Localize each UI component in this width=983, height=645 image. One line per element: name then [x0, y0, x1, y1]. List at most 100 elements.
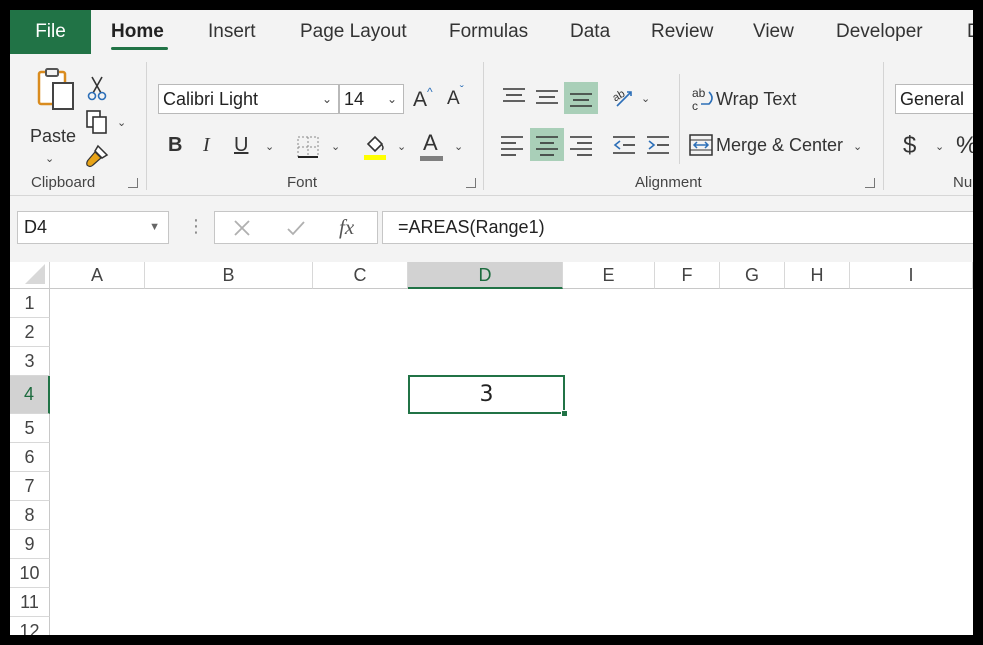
- increase-indent-button[interactable]: [643, 130, 673, 160]
- font-name-value: Calibri Light: [163, 89, 259, 109]
- cut-button[interactable]: [86, 74, 108, 102]
- middle-align-button[interactable]: [532, 82, 562, 112]
- row-header-4[interactable]: 4: [10, 376, 50, 414]
- copy-icon: [86, 110, 107, 134]
- shrink-font-letter: A: [447, 88, 460, 109]
- font-color-dropdown-chevron-icon[interactable]: ⌄: [454, 140, 463, 153]
- increase-font-size-button[interactable]: A^: [413, 85, 433, 112]
- name-box[interactable]: D4 ▼: [17, 211, 169, 244]
- currency-button[interactable]: $: [903, 132, 916, 160]
- decrease-font-size-button[interactable]: Aˇ: [447, 83, 464, 110]
- column-header-b[interactable]: B: [145, 262, 313, 289]
- wrap-text-icon: ab c: [690, 86, 716, 112]
- select-all-button[interactable]: [10, 262, 50, 289]
- confirm-entry-icon[interactable]: [283, 217, 309, 239]
- column-header-a[interactable]: A: [50, 262, 145, 289]
- tab-developer[interactable]: Developer: [836, 10, 923, 54]
- alignment-launcher-icon[interactable]: [865, 178, 875, 188]
- tab-overflow[interactable]: D: [967, 10, 973, 54]
- tab-insert[interactable]: Insert: [208, 10, 256, 54]
- decrease-indent-button[interactable]: [609, 130, 639, 160]
- column-header-h[interactable]: H: [785, 262, 850, 289]
- row-header-3[interactable]: 3: [10, 347, 50, 376]
- orientation-dropdown-chevron-icon[interactable]: ⌄: [641, 92, 650, 105]
- format-painter-button[interactable]: [84, 142, 110, 170]
- percent-button[interactable]: %: [956, 132, 973, 160]
- grow-font-letter: A: [413, 88, 428, 111]
- scissors-icon: [87, 76, 107, 101]
- underline-dropdown-chevron-icon[interactable]: ⌄: [265, 140, 274, 153]
- align-right-button[interactable]: [566, 130, 596, 160]
- group-separator: [883, 62, 884, 190]
- cancel-entry-icon[interactable]: [229, 217, 255, 239]
- row-header-8[interactable]: 8: [10, 501, 50, 530]
- cell-value: 3: [479, 382, 494, 407]
- row-header-2[interactable]: 2: [10, 318, 50, 347]
- row-header-5[interactable]: 5: [10, 414, 50, 443]
- row-header-12[interactable]: 12: [10, 617, 50, 635]
- merge-center-button[interactable]: Merge & Center: [716, 135, 843, 156]
- copy-dropdown-chevron-icon[interactable]: ⌄: [117, 116, 126, 129]
- column-header-f[interactable]: F: [655, 262, 720, 289]
- number-format-select[interactable]: General: [895, 84, 973, 114]
- italic-button[interactable]: I: [203, 134, 210, 157]
- clipboard-launcher-icon[interactable]: [128, 178, 138, 188]
- underline-button[interactable]: U: [234, 134, 248, 157]
- more-options-icon[interactable]: ⋮: [187, 216, 205, 237]
- worksheet-grid: ABCDEFGHI 1 2 3 4 5 6 7 8 9 10 11 12 3: [10, 262, 973, 635]
- fill-color-button[interactable]: [362, 132, 388, 162]
- bold-button[interactable]: B: [168, 134, 182, 157]
- wrap-text-button[interactable]: Wrap Text: [716, 89, 796, 110]
- font-launcher-icon[interactable]: [466, 178, 476, 188]
- active-cell-d4[interactable]: 3: [408, 375, 568, 417]
- borders-dropdown-chevron-icon[interactable]: ⌄: [331, 140, 340, 153]
- merge-dropdown-chevron-icon[interactable]: ⌄: [853, 140, 862, 153]
- row-header-7[interactable]: 7: [10, 472, 50, 501]
- align-right-icon: [570, 136, 592, 156]
- paintbrush-icon: [86, 144, 109, 168]
- paste-button[interactable]: [26, 62, 82, 118]
- column-header-g[interactable]: G: [720, 262, 785, 289]
- column-header-c[interactable]: C: [313, 262, 408, 289]
- tab-data[interactable]: Data: [570, 10, 610, 54]
- tab-file[interactable]: File: [10, 10, 91, 54]
- paste-dropdown-chevron-icon[interactable]: ⌄: [45, 152, 54, 165]
- name-box-value: D4: [24, 217, 48, 237]
- font-group-label: Font: [287, 174, 318, 191]
- paste-label[interactable]: Paste: [30, 126, 76, 147]
- column-header-d[interactable]: D: [408, 262, 563, 289]
- formula-input[interactable]: =AREAS(Range1): [382, 211, 973, 244]
- top-align-button[interactable]: [499, 82, 529, 112]
- clipboard-group-label: Clipboard: [31, 174, 96, 191]
- font-color-button[interactable]: A: [423, 130, 438, 156]
- font-size-select[interactable]: 14 ⌄: [339, 84, 404, 114]
- column-header-e[interactable]: E: [563, 262, 655, 289]
- orientation-button[interactable]: ab: [609, 82, 639, 112]
- merge-center-icon: [688, 132, 714, 158]
- currency-dropdown-chevron-icon[interactable]: ⌄: [935, 140, 944, 153]
- tab-page-layout[interactable]: Page Layout: [300, 10, 407, 54]
- row-header-9[interactable]: 9: [10, 530, 50, 559]
- align-center-icon: [536, 135, 558, 156]
- fill-handle[interactable]: [561, 410, 568, 417]
- fill-color-dropdown-chevron-icon[interactable]: ⌄: [397, 140, 406, 153]
- formula-buttons: fx: [214, 211, 378, 244]
- insert-function-icon[interactable]: fx: [339, 215, 354, 240]
- outdent-icon: [613, 136, 635, 154]
- tab-formulas[interactable]: Formulas: [449, 10, 528, 54]
- tab-review[interactable]: Review: [651, 10, 713, 54]
- align-center-button[interactable]: [530, 128, 564, 161]
- bottom-align-button[interactable]: [564, 82, 598, 114]
- row-header-11[interactable]: 11: [10, 588, 50, 617]
- align-middle-icon: [536, 90, 558, 104]
- row-header-1[interactable]: 1: [10, 289, 50, 318]
- row-header-10[interactable]: 10: [10, 559, 50, 588]
- font-name-select[interactable]: Calibri Light ⌄: [158, 84, 339, 114]
- column-header-i[interactable]: I: [850, 262, 973, 289]
- alignment-group-label: Alignment: [635, 174, 702, 191]
- row-header-6[interactable]: 6: [10, 443, 50, 472]
- borders-button[interactable]: [296, 134, 320, 160]
- align-left-button[interactable]: [497, 130, 527, 160]
- copy-button[interactable]: [84, 108, 110, 136]
- tab-view[interactable]: View: [753, 10, 794, 54]
